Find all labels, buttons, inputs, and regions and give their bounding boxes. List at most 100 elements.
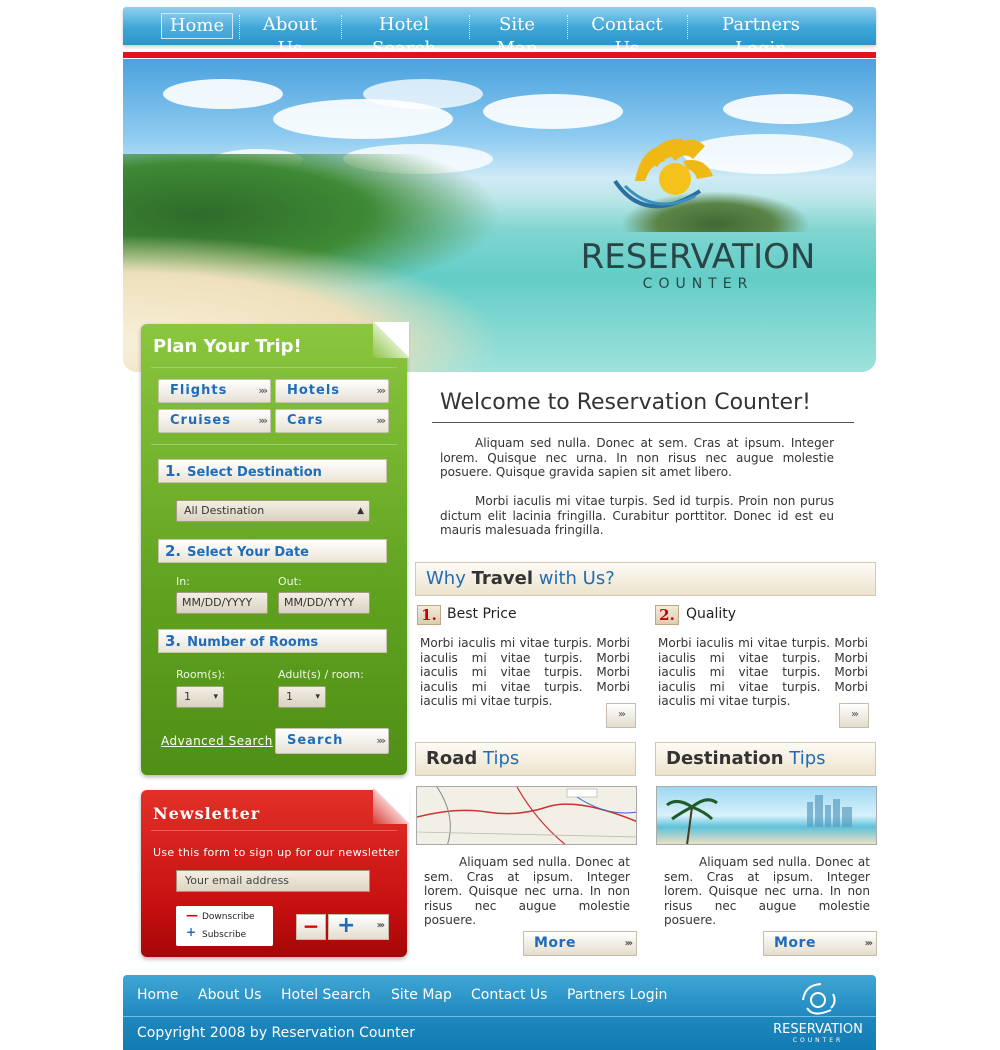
arrow-right-icon: ››› [864,938,874,949]
arrow-right-icon: ››› [258,384,268,397]
road-tips-header: Road Tips [415,742,636,776]
arrow-right-icon: ››› [376,384,386,397]
out-label: Out: [278,575,302,588]
feature-more-button[interactable]: ››› [839,703,869,728]
adults-select[interactable]: 1 ▾ [278,686,326,708]
page-curl-decoration [373,788,409,824]
divider [151,367,397,368]
subscribe-label: Subscribe [202,930,247,940]
nav-about-us[interactable]: About Us [249,13,331,59]
hotels-button[interactable]: Hotels ››› [275,379,389,403]
minus-icon: — [186,908,198,922]
footer-logo-sub: COUNTER [792,1037,844,1044]
footer-link-partners-login[interactable]: Partners Login [567,987,667,1003]
more-label: More [534,935,576,951]
footer-logo-name: RESERVATION [773,1022,863,1037]
road-tips-more-button[interactable]: More ››› [523,931,637,956]
subscribe-button[interactable]: + ››› [328,914,389,940]
footer-logo: RESERVATION COUNTER [768,980,868,1045]
title-underline [432,422,854,423]
copyright-text: Copyright 2008 by Reservation Counter [137,1025,416,1041]
destination-tips-header: Destination Tips [655,742,876,776]
welcome-paragraph-1: Aliquam sed nulla. Donec at sem. Cras at… [440,436,834,479]
rooms-label: Room(s): [176,668,226,681]
arrow-right-icon: ››› [624,938,634,949]
nav-hotel-search[interactable]: Hotel Search [351,13,457,59]
footer-link-contact-us[interactable]: Contact Us [471,987,547,1003]
footer-divider [123,1016,876,1017]
step-select-date: 2. Select Your Date [158,539,387,563]
tips-bold: Destination [666,748,784,769]
nav-site-map[interactable]: Site Map [479,13,555,59]
tips-bold: Road [426,748,478,769]
newsletter-title: Newsletter [153,804,261,823]
divider [151,830,397,831]
chevron-down-icon: ▾ [213,692,218,702]
why-pre: Why [426,568,466,589]
search-label: Search [287,733,344,748]
step-label: Number of Rooms [187,635,319,650]
page-title: Welcome to Reservation Counter! [440,390,811,415]
search-button[interactable]: Search ››› [275,728,389,754]
step-number: 1. [165,462,182,480]
cars-button[interactable]: Cars ››› [275,409,389,433]
step-label: Select Your Date [187,545,309,560]
rooms-select[interactable]: 1 ▾ [176,686,224,708]
road-map-image [416,786,637,845]
feature-title-best-price: Best Price [447,606,517,622]
subscribe-plus: + [337,913,356,938]
feature-title-quality: Quality [686,606,737,622]
footer-link-site-map[interactable]: Site Map [391,987,452,1003]
arrow-right-icon: ››› [376,920,386,931]
destination-select[interactable]: All Destination ▲ [176,500,370,522]
nav-partners-login[interactable]: Partners Login [699,13,823,59]
feature-number: 2. [655,605,679,625]
divider [151,444,397,445]
destination-value: All Destination [184,504,265,517]
plus-icon: + [186,925,197,939]
step-number: 2. [165,542,182,560]
downscribe-label: Downscribe [202,912,255,922]
check-out-date-input[interactable]: MM/DD/YYYY [278,592,370,614]
nav-home[interactable]: Home [161,13,233,39]
flights-button[interactable]: Flights ››› [158,379,271,403]
accent-bar [123,52,876,58]
destination-tips-text: Aliquam sed nulla. Donec at sem. Cras at… [664,855,870,927]
road-tips-text: Aliquam sed nulla. Donec at sem. Cras at… [424,855,630,927]
why-bold: Travel [471,568,534,589]
page-curl-decoration [373,322,409,358]
unsubscribe-button[interactable]: − [296,914,326,940]
top-navigation: Home About Us Hotel Search Site Map Cont… [123,7,876,59]
chevron-down-icon: ▾ [315,692,320,702]
rooms-value: 1 [184,690,191,703]
step-select-destination: 1. Select Destination [158,459,387,483]
email-field[interactable]: Your email address [176,870,370,892]
check-in-date-input[interactable]: MM/DD/YYYY [176,592,268,614]
nav-separator [469,15,470,39]
feature-more-button[interactable]: ››› [606,703,636,728]
why-travel-header: Why Travel with Us? [415,562,876,596]
swirl-logo-icon [802,983,836,1015]
adults-value: 1 [286,690,293,703]
nav-separator [687,15,688,39]
nav-contact-us[interactable]: Contact Us [579,13,675,59]
sun-logo-icon [613,138,713,209]
nav-separator [239,15,240,39]
more-label: More [774,935,816,951]
tips-blue: Tips [789,748,826,769]
footer-link-about-us[interactable]: About Us [198,987,261,1003]
advanced-search-link[interactable]: Advanced Search [161,734,273,748]
brand-logo-tagline: COUNTER [642,276,754,292]
feature-number: 1. [417,605,441,625]
nav-separator [341,15,342,39]
welcome-paragraph-2: Morbi iaculis mi vitae turpis. Sed id tu… [440,494,834,537]
cruises-button[interactable]: Cruises ››› [158,409,271,433]
footer: Home About Us Hotel Search Site Map Cont… [123,975,876,1050]
footer-link-home[interactable]: Home [137,987,178,1003]
why-post: with Us? [538,568,615,589]
step-number: 3. [165,632,182,650]
footer-link-hotel-search[interactable]: Hotel Search [281,987,371,1003]
step-label: Select Destination [187,465,322,480]
feature-text: Morbi iaculis mi vitae turpis. Morbi iac… [658,636,868,708]
destination-tips-more-button[interactable]: More ››› [763,931,877,956]
